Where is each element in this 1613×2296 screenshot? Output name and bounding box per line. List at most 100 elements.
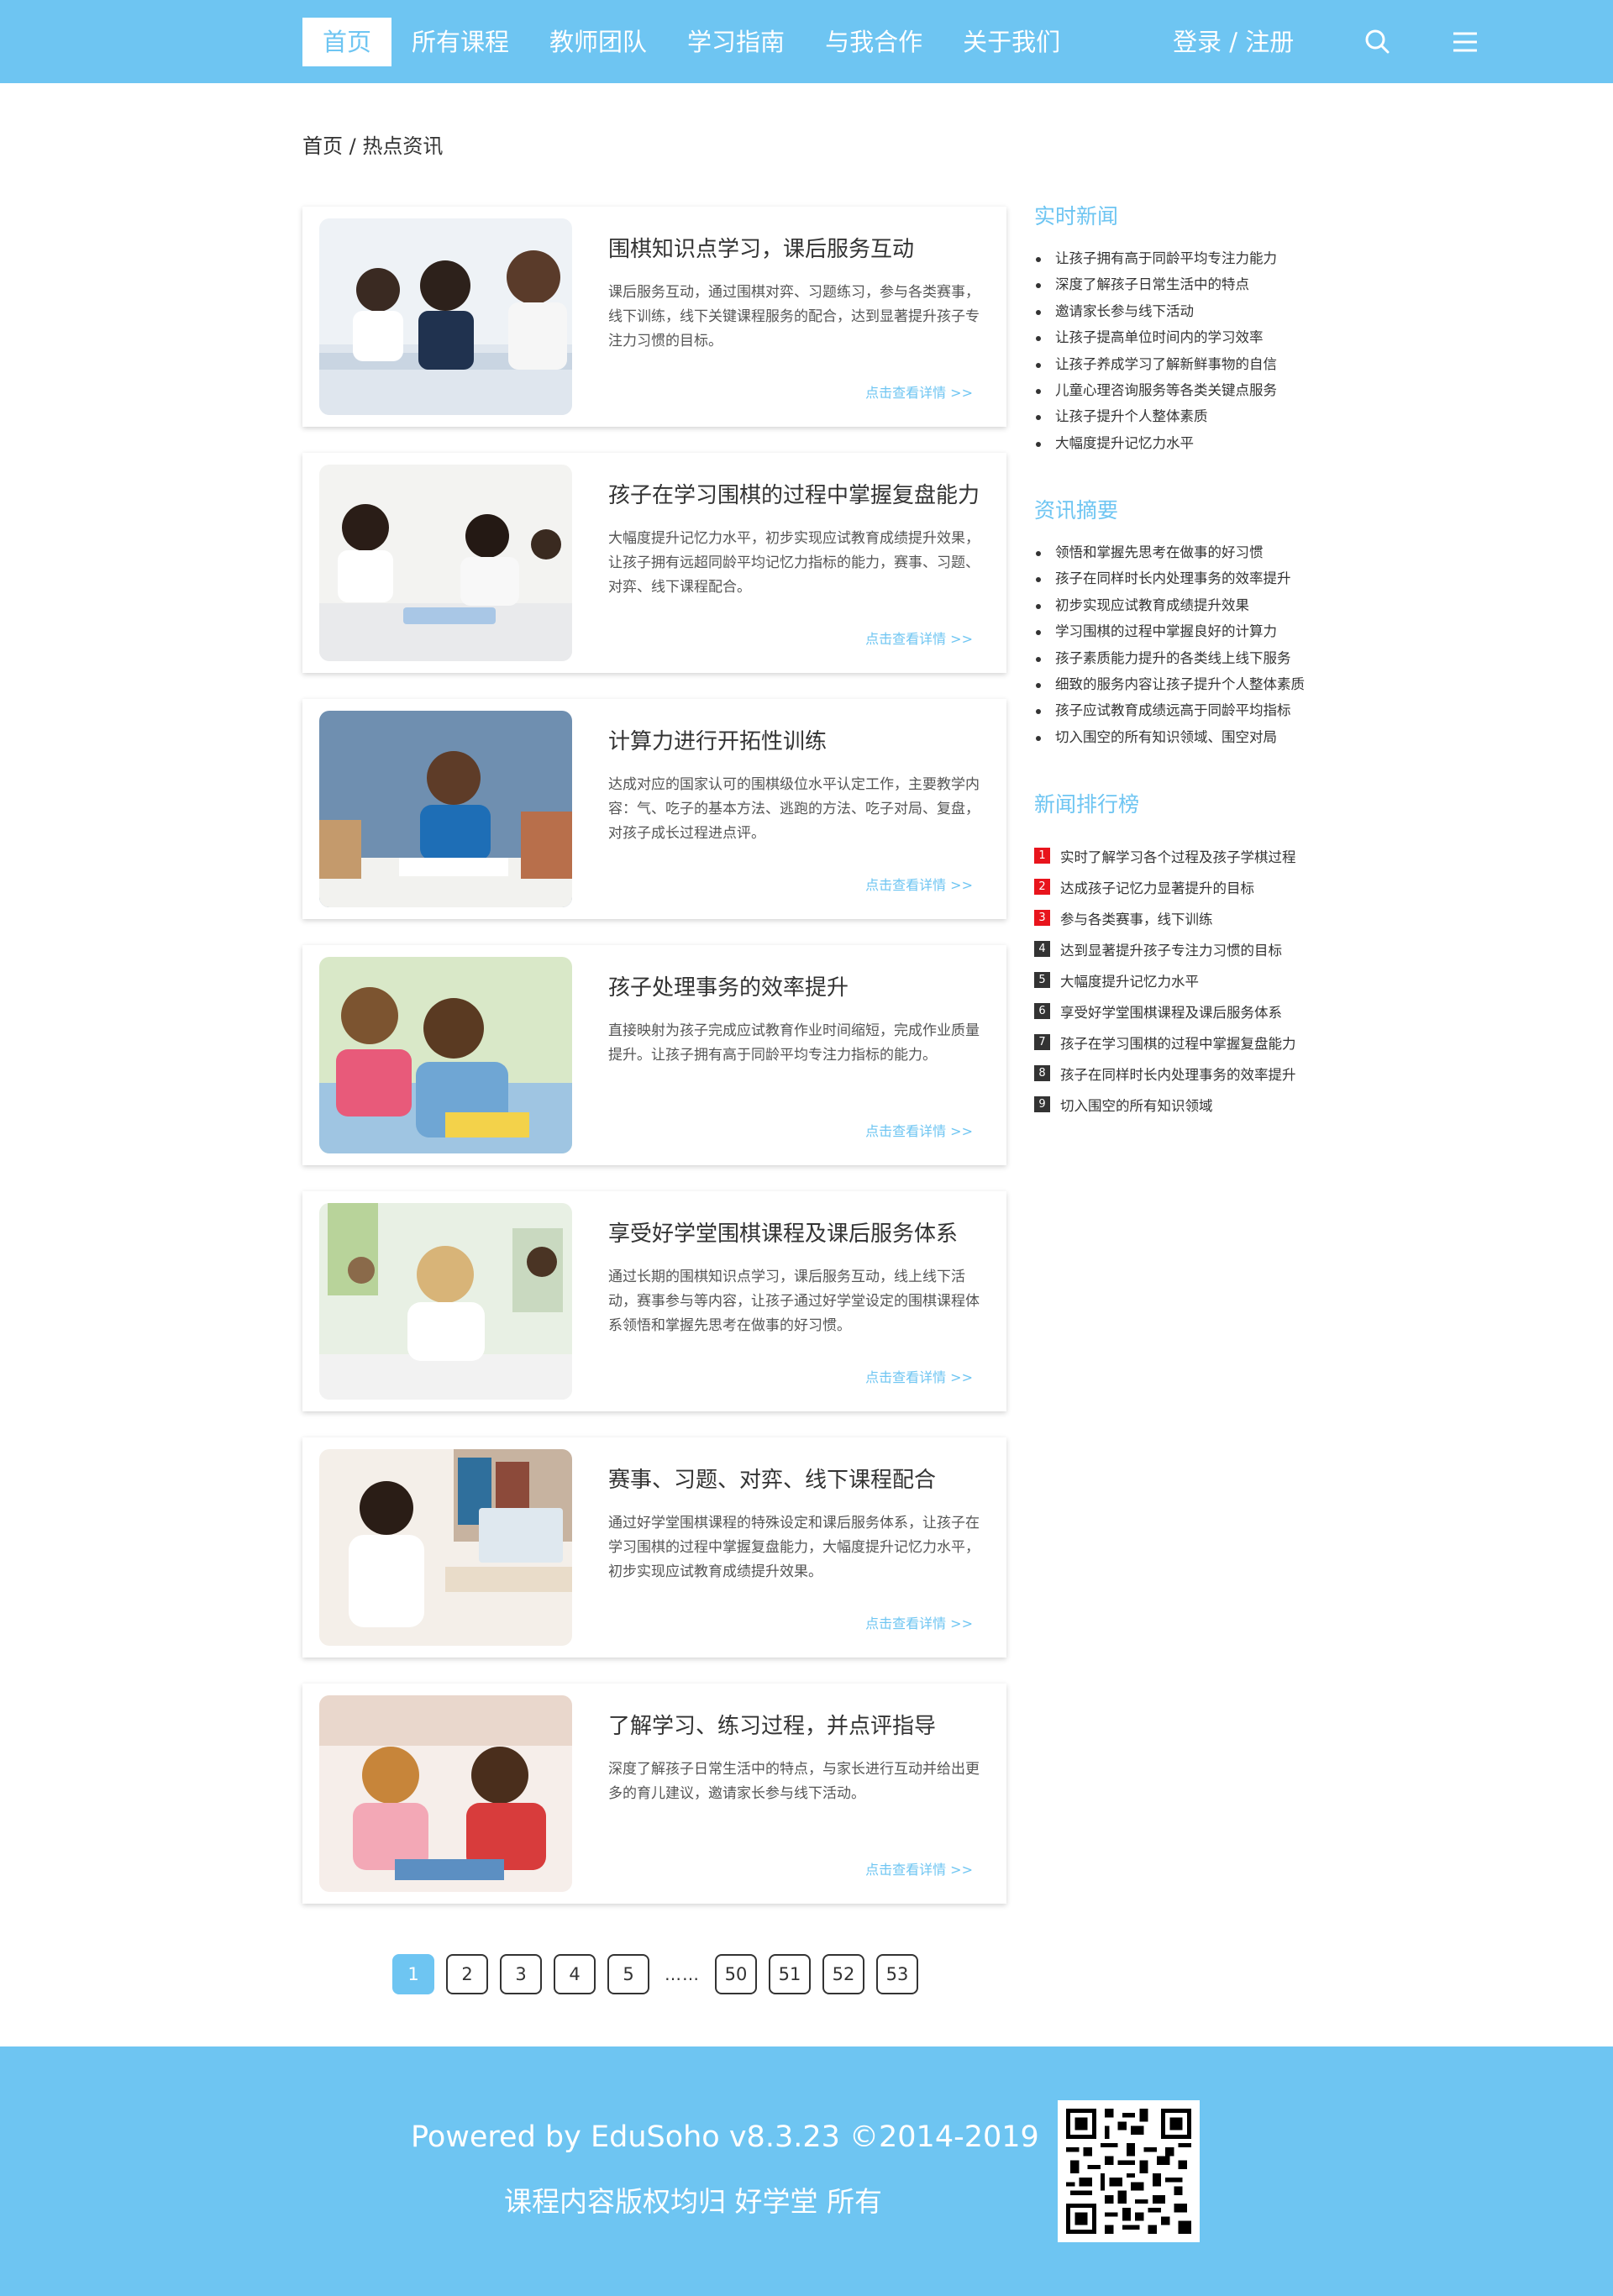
- article-thumbnail[interactable]: [319, 465, 572, 661]
- login-register-link[interactable]: 登录 / 注册: [1173, 18, 1294, 66]
- rank-badge: 5: [1034, 972, 1050, 988]
- summary-link[interactable]: 孩子应试教育成绩远高于同龄平均指标: [1034, 697, 1337, 723]
- ranking-item-text: 大幅度提升记忆力水平: [1060, 973, 1199, 990]
- ranking-item[interactable]: 2 达成孩子记忆力显著提升的目标: [1034, 871, 1337, 902]
- article-title[interactable]: 享受好学堂围棋课程及课后服务体系: [608, 1216, 958, 1248]
- rank-badge: 9: [1034, 1096, 1050, 1112]
- nav-item-about[interactable]: 关于我们: [943, 18, 1080, 66]
- article-description: 达成对应的国家认可的围棋级位水平认定工作，主要教学内容：气、吃子的基本方法、逃跑…: [608, 776, 980, 842]
- article-card[interactable]: 孩子处理事务的效率提升 直接映射为孩子完成应试教育作业时间缩短，完成作业质量提升…: [302, 945, 1006, 1165]
- news-link[interactable]: 深度了解孩子日常生活中的特点: [1034, 271, 1337, 297]
- ranking-item-text: 孩子在学习围棋的过程中掌握复盘能力: [1060, 1035, 1296, 1052]
- footer-copyright: 课程内容版权均归 好学堂 所有: [504, 2185, 882, 2218]
- summary-heading: 资讯摘要: [1034, 498, 1119, 523]
- summary-link[interactable]: 学习围棋的过程中掌握良好的计算力: [1034, 618, 1337, 644]
- read-more-link[interactable]: 点击查看详情 >>: [865, 1120, 973, 1140]
- ranking-item[interactable]: 6 享受好学堂围棋课程及课后服务体系: [1034, 996, 1337, 1027]
- read-more-link[interactable]: 点击查看详情 >>: [865, 874, 973, 894]
- summary-link[interactable]: 孩子在同样时长内处理事务的效率提升: [1034, 565, 1337, 591]
- read-more-link[interactable]: 点击查看详情 >>: [865, 1612, 973, 1632]
- article-card[interactable]: 围棋知识点学习，课后服务互动 课后服务互动，通过围棋对弈、习题练习，参与各类赛事…: [302, 207, 1006, 427]
- article-card[interactable]: 计算力进行开拓性训练 达成对应的国家认可的围棋级位水平认定工作，主要教学内容：气…: [302, 699, 1006, 919]
- ranking-item[interactable]: 9 切入围空的所有知识领域: [1034, 1089, 1337, 1120]
- nav-item-study-guide[interactable]: 学习指南: [667, 18, 805, 66]
- article-description: 深度了解孩子日常生活中的特点，与家长进行互动并给出更多的育儿建议，邀请家长参与线…: [608, 1761, 980, 1802]
- nav-item-home[interactable]: 首页: [302, 18, 392, 66]
- ranking-item-text: 孩子在同样时长内处理事务的效率提升: [1060, 1066, 1296, 1083]
- news-link[interactable]: 儿童心理咨询服务等各类关键点服务: [1034, 377, 1337, 403]
- realtime-news-section: 实时新闻 让孩子拥有高于同龄平均专注力能力 深度了解孩子日常生活中的特点 邀请家…: [1034, 200, 1337, 456]
- pagination: 1 2 3 4 5 …… 50 51 52 53: [392, 1954, 930, 1994]
- read-more-link[interactable]: 点击查看详情 >>: [865, 381, 973, 402]
- ranking-section: 新闻排行榜 1 实时了解学习各个过程及孩子学棋过程 2 达成孩子记忆力显著提升的目标…: [1034, 788, 1337, 1120]
- ranking-item[interactable]: 5 大幅度提升记忆力水平: [1034, 964, 1337, 996]
- article-thumbnail[interactable]: [319, 1695, 572, 1892]
- news-link[interactable]: 让孩子提升个人整体素质: [1034, 403, 1337, 429]
- read-more-link[interactable]: 点击查看详情 >>: [865, 628, 973, 648]
- page-button[interactable]: 5: [607, 1954, 649, 1994]
- article-card[interactable]: 赛事、习题、对弈、线下课程配合 通过好学堂围棋课程的特殊设定和课后服务体系，让孩…: [302, 1437, 1006, 1658]
- search-icon[interactable]: [1359, 24, 1396, 60]
- article-thumbnail[interactable]: [319, 711, 572, 907]
- page-ellipsis: ……: [665, 1964, 700, 1984]
- nav-item-teachers[interactable]: 教师团队: [529, 18, 667, 66]
- ranking-item[interactable]: 8 孩子在同样时长内处理事务的效率提升: [1034, 1058, 1337, 1089]
- news-link[interactable]: 让孩子拥有高于同龄平均专注力能力: [1034, 245, 1337, 271]
- read-more-link[interactable]: 点击查看详情 >>: [865, 1366, 973, 1386]
- page-button[interactable]: 50: [715, 1954, 757, 1994]
- page-button[interactable]: 4: [554, 1954, 596, 1994]
- news-link[interactable]: 大幅度提升记忆力水平: [1034, 430, 1337, 456]
- ranking-item-text: 达成孩子记忆力显著提升的目标: [1060, 880, 1254, 896]
- page-button[interactable]: 3: [500, 1954, 542, 1994]
- article-thumbnail[interactable]: [319, 957, 572, 1153]
- news-link[interactable]: 让孩子提高单位时间内的学习效率: [1034, 324, 1337, 350]
- ranking-item-text: 享受好学堂围棋课程及课后服务体系: [1060, 1004, 1282, 1021]
- ranking-item-text: 参与各类赛事，线下训练: [1060, 911, 1213, 927]
- rank-badge: 4: [1034, 941, 1050, 957]
- news-link[interactable]: 邀请家长参与线下活动: [1034, 298, 1337, 324]
- article-description: 通过好学堂围棋课程的特殊设定和课后服务体系，让孩子在学习围棋的过程中掌握复盘能力…: [608, 1515, 980, 1580]
- article-description: 通过长期的围棋知识点学习，课后服务互动，线上线下活动，赛事参与等内容，让孩子通过…: [608, 1269, 980, 1334]
- summary-link[interactable]: 细致的服务内容让孩子提升个人整体素质: [1034, 671, 1337, 697]
- page-button[interactable]: 52: [822, 1954, 864, 1994]
- summary-link[interactable]: 孩子素质能力提升的各类线上线下服务: [1034, 645, 1337, 671]
- ranking-item[interactable]: 7 孩子在学习围棋的过程中掌握复盘能力: [1034, 1027, 1337, 1058]
- article-thumbnail[interactable]: [319, 1203, 572, 1400]
- article-title[interactable]: 计算力进行开拓性训练: [608, 724, 827, 755]
- ranking-item[interactable]: 3 参与各类赛事，线下训练: [1034, 902, 1337, 933]
- ranking-item[interactable]: 1 实时了解学习各个过程及孩子学棋过程: [1034, 840, 1337, 871]
- article-description: 课后服务互动，通过围棋对弈、习题练习，参与各类赛事，线下训练，线下关键课程服务的…: [608, 284, 980, 349]
- article-card[interactable]: 享受好学堂围棋课程及课后服务体系 通过长期的围棋知识点学习，课后服务互动，线上线…: [302, 1191, 1006, 1411]
- summary-link[interactable]: 领悟和掌握先思考在做事的好习惯: [1034, 539, 1337, 565]
- nav-item-cooperate[interactable]: 与我合作: [805, 18, 943, 66]
- summary-link[interactable]: 初步实现应试教育成绩提升效果: [1034, 592, 1337, 618]
- article-title[interactable]: 了解学习、练习过程，并点评指导: [608, 1709, 936, 1740]
- page-button[interactable]: 2: [446, 1954, 488, 1994]
- article-thumbnail[interactable]: [319, 1449, 572, 1646]
- page-button[interactable]: 51: [769, 1954, 811, 1994]
- read-more-link[interactable]: 点击查看详情 >>: [865, 1858, 973, 1878]
- rank-badge: 7: [1034, 1034, 1050, 1050]
- article-thumbnail[interactable]: [319, 218, 572, 415]
- article-title[interactable]: 孩子处理事务的效率提升: [608, 970, 849, 1001]
- article-description: 直接映射为孩子完成应试教育作业时间缩短，完成作业质量提升。让孩子拥有高于同龄平均…: [608, 1022, 980, 1064]
- article-card[interactable]: 了解学习、练习过程，并点评指导 深度了解孩子日常生活中的特点，与家长进行互动并给…: [302, 1684, 1006, 1904]
- rank-badge: 8: [1034, 1065, 1050, 1081]
- article-title[interactable]: 赛事、习题、对弈、线下课程配合: [608, 1463, 936, 1494]
- nav-item-all-courses[interactable]: 所有课程: [391, 18, 529, 66]
- page-button-current[interactable]: 1: [392, 1954, 434, 1994]
- article-title[interactable]: 围棋知识点学习，课后服务互动: [608, 232, 914, 263]
- news-link[interactable]: 让孩子养成学习了解新鲜事物的自信: [1034, 351, 1337, 377]
- article-card[interactable]: 孩子在学习围棋的过程中掌握复盘能力 大幅度提升记忆力水平，初步实现应试教育成绩提…: [302, 453, 1006, 673]
- menu-icon[interactable]: [1447, 24, 1484, 60]
- article-description: 大幅度提升记忆力水平，初步实现应试教育成绩提升效果，让孩子拥有远超同龄平均记忆力…: [608, 530, 980, 596]
- article-title[interactable]: 孩子在学习围棋的过程中掌握复盘能力: [608, 478, 980, 509]
- page-button[interactable]: 53: [876, 1954, 918, 1994]
- summary-section: 资讯摘要 领悟和掌握先思考在做事的好习惯 孩子在同样时长内处理事务的效率提升 初…: [1034, 494, 1337, 750]
- ranking-item[interactable]: 4 达到显著提升孩子专注力习惯的目标: [1034, 933, 1337, 964]
- footer-powered-by: Powered by EduSoho v8.3.23 ©2014-2019: [411, 2120, 1039, 2154]
- summary-link[interactable]: 切入围空的所有知识领域、围空对局: [1034, 724, 1337, 750]
- realtime-news-list: 让孩子拥有高于同龄平均专注力能力 深度了解孩子日常生活中的特点 邀请家长参与线下…: [1034, 245, 1337, 456]
- realtime-news-heading: 实时新闻: [1034, 204, 1119, 229]
- ranking-list: 1 实时了解学习各个过程及孩子学棋过程 2 达成孩子记忆力显著提升的目标 3 参与各类…: [1034, 840, 1337, 1120]
